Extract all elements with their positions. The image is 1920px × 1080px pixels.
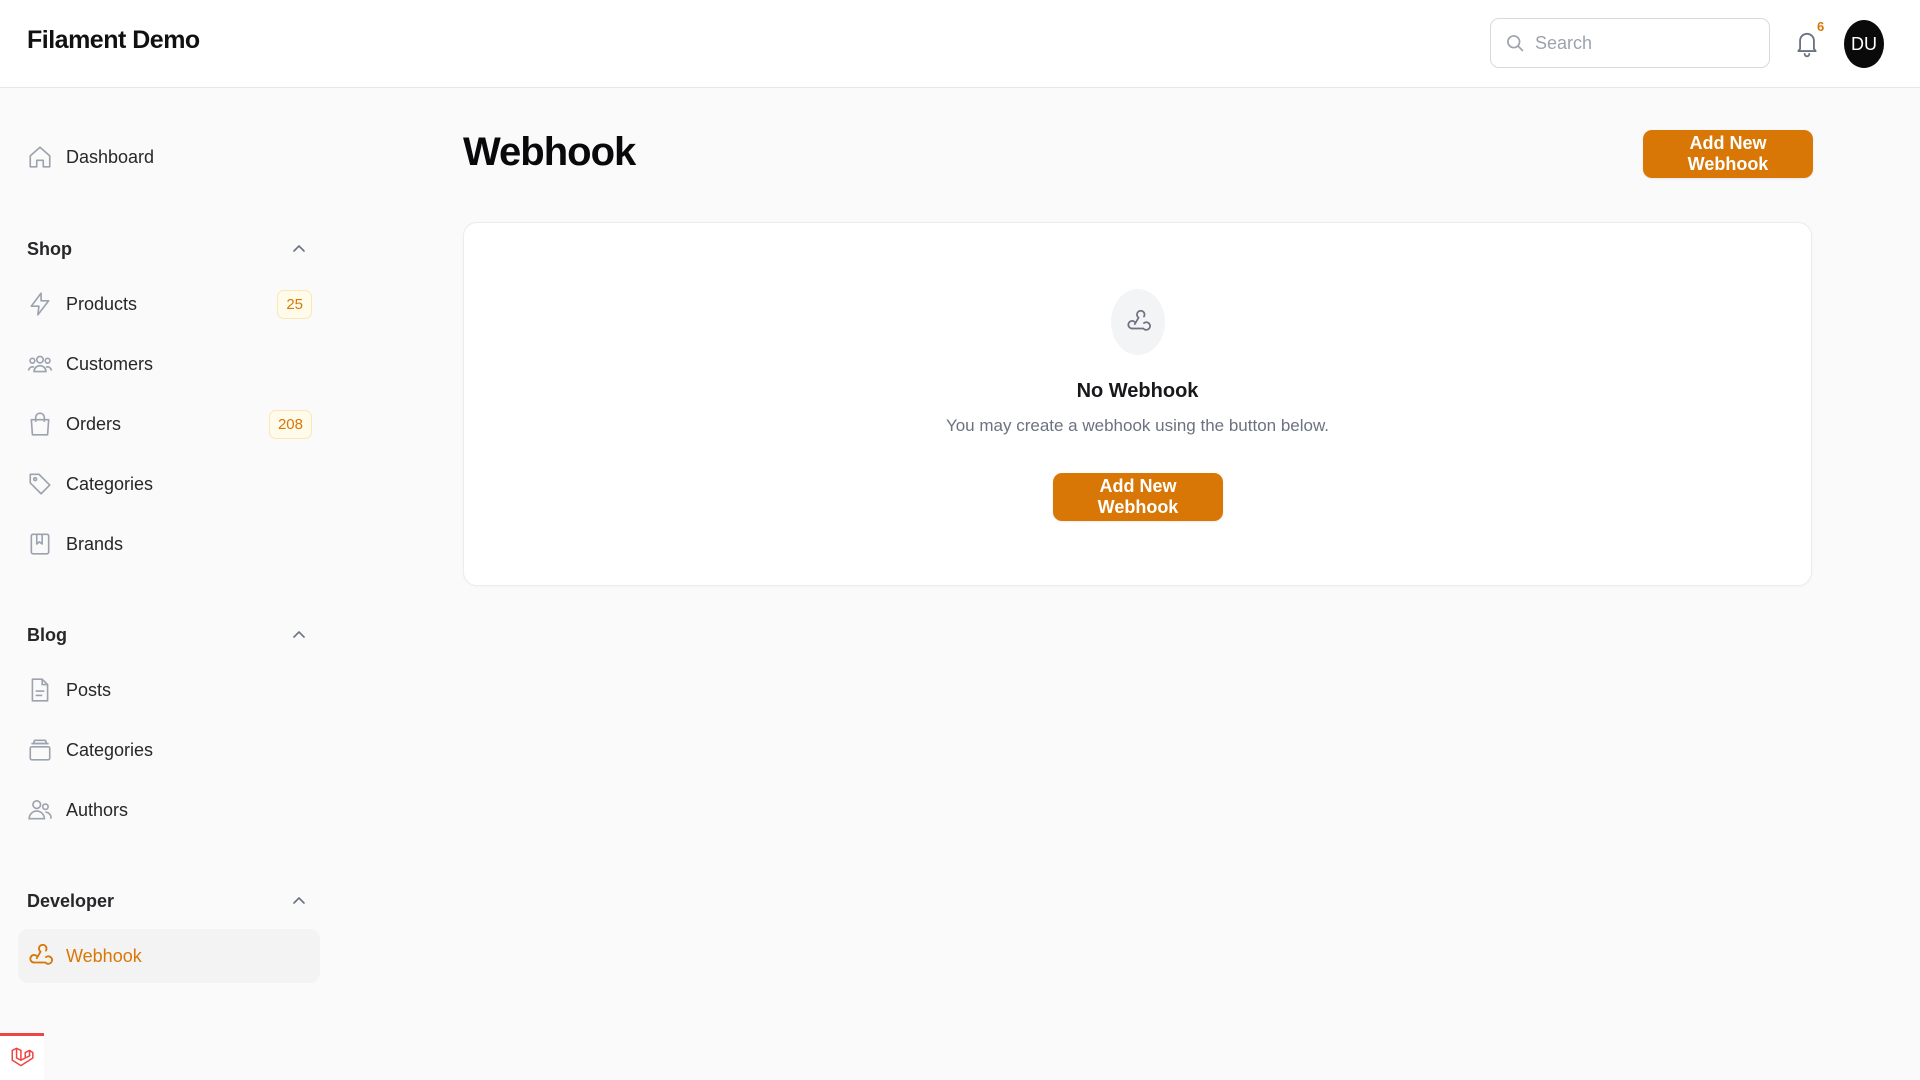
topbar: Filament Demo 6 DU [0, 0, 1920, 88]
users-icon [27, 355, 53, 373]
user-group-icon [28, 799, 52, 820]
sidebar-item-label: Dashboard [66, 146, 155, 167]
app-brand[interactable]: Filament Demo [27, 26, 200, 55]
sidebar-item-blog-categories[interactable]: Categories [18, 723, 320, 777]
search-input[interactable] [1535, 32, 1755, 54]
bookmark-icon [30, 533, 50, 555]
sidebar-group-label: Shop [27, 238, 72, 259]
webhook-table-card: No Webhook You may create a webhook usin… [463, 222, 1812, 586]
sidebar-group-label: Developer [27, 890, 115, 911]
add-new-webhook-header-button[interactable]: Add New Webhook [1643, 130, 1813, 178]
sidebar-item-label: Brands [66, 533, 124, 554]
sidebar-item-label: Categories [66, 739, 154, 760]
sidebar-item-customers[interactable]: Customers [18, 337, 320, 391]
bolt-icon [30, 292, 50, 316]
sidebar: Dashboard Shop Products 25 Customers Ord… [0, 88, 330, 1080]
sidebar-item-label: Products [66, 293, 138, 314]
webhook-icon [29, 943, 53, 965]
add-new-webhook-empty-button[interactable]: Add New Webhook [1053, 473, 1223, 521]
sidebar-item-label: Webhook [66, 945, 142, 966]
shopping-bag-icon [30, 412, 50, 436]
tag-icon [29, 473, 51, 495]
sidebar-group-developer[interactable]: Developer [27, 886, 307, 916]
webhook-icon [1127, 309, 1151, 331]
sidebar-item-label: Posts [66, 679, 112, 700]
document-icon [31, 678, 49, 702]
products-count-badge: 25 [277, 290, 312, 319]
sidebar-item-label: Orders [66, 413, 122, 434]
sidebar-item-authors[interactable]: Authors [18, 783, 320, 837]
empty-state-description: You may create a webhook using the butto… [945, 416, 1330, 435]
sidebar-item-brands[interactable]: Brands [18, 517, 320, 571]
chevron-up-icon [293, 245, 305, 252]
sidebar-item-shop-categories[interactable]: Categories [18, 457, 320, 511]
chevron-up-icon [293, 631, 305, 638]
empty-state-icon-wrap [1111, 289, 1165, 355]
laravel-logo-icon [11, 1047, 34, 1067]
sidebar-group-blog[interactable]: Blog [27, 620, 307, 650]
home-icon [29, 146, 51, 168]
sidebar-item-orders[interactable]: Orders 208 [18, 397, 320, 451]
orders-count-badge: 208 [268, 410, 312, 439]
empty-state-title: No Webhook [1076, 380, 1199, 402]
chevron-up-icon [293, 897, 305, 904]
sidebar-item-label: Customers [66, 353, 154, 374]
search-icon [1507, 35, 1524, 52]
sidebar-item-dashboard[interactable]: Dashboard [18, 130, 320, 184]
sidebar-group-shop[interactable]: Shop [27, 234, 307, 264]
sidebar-item-label: Categories [66, 473, 154, 494]
global-search[interactable] [1490, 18, 1770, 68]
folder-icon [29, 739, 51, 761]
sidebar-group-label: Blog [27, 624, 67, 645]
notifications-count-badge: 6 [1817, 19, 1825, 34]
sidebar-item-label: Authors [66, 799, 129, 820]
debugbar-tab[interactable] [0, 1033, 44, 1080]
user-avatar[interactable]: DU [1844, 20, 1884, 68]
sidebar-item-posts[interactable]: Posts [18, 663, 320, 717]
sidebar-item-webhook[interactable]: Webhook [18, 929, 320, 983]
page-title: Webhook [463, 130, 636, 174]
sidebar-item-products[interactable]: Products 25 [18, 277, 320, 331]
